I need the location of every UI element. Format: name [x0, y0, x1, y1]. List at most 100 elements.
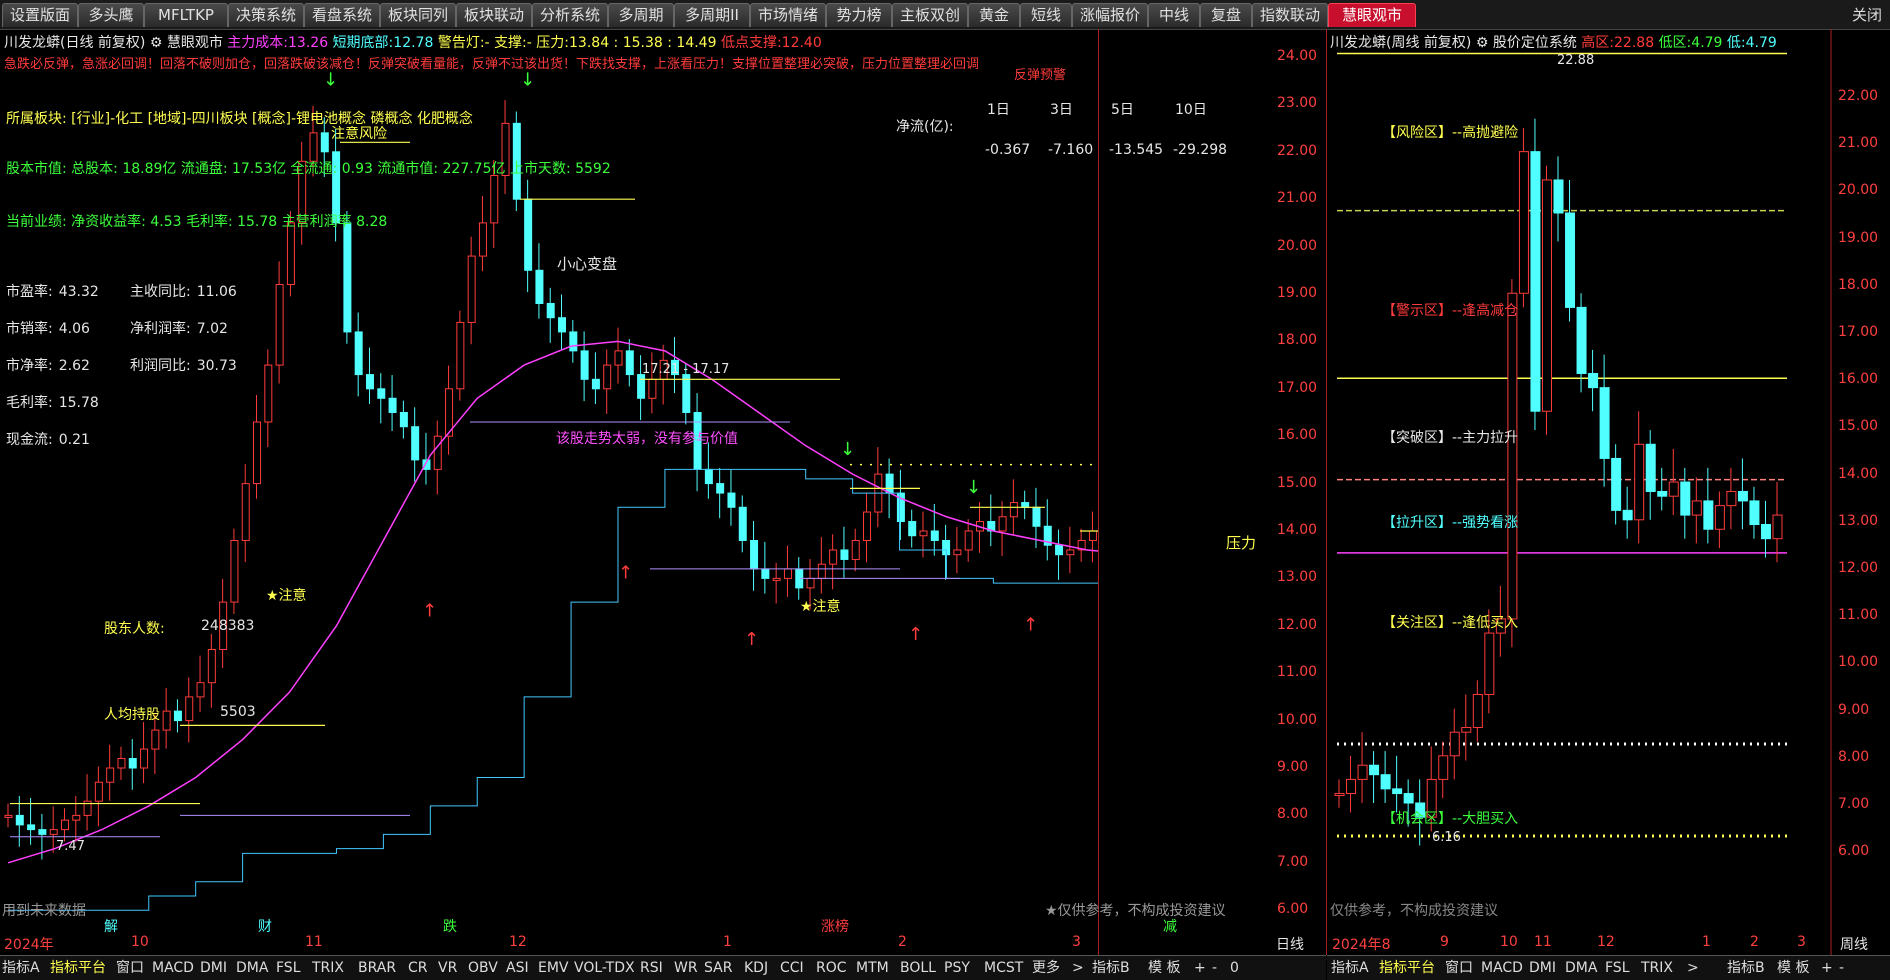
- indicator-tab[interactable]: 0: [1230, 958, 1239, 978]
- indicator-tab[interactable]: OBV: [468, 958, 498, 978]
- indicator-tab[interactable]: >: [1072, 958, 1084, 978]
- indicator-tab[interactable]: 指标平台: [1379, 958, 1435, 978]
- indicator-tab[interactable]: ROC: [816, 958, 847, 978]
- indicator-tab[interactable]: -: [1212, 958, 1217, 978]
- indicator-tab[interactable]: -: [1839, 958, 1844, 978]
- net-flow-header: 1日: [987, 102, 1010, 118]
- tab-0[interactable]: 设置版面: [2, 3, 78, 27]
- stat-value: 11.06: [196, 284, 237, 300]
- tab-17[interactable]: 复盘: [1200, 3, 1252, 27]
- period-right[interactable]: 周线: [1840, 934, 1868, 954]
- indicator-tab[interactable]: PSY: [944, 958, 970, 978]
- gear-icon[interactable]: ⚙: [1476, 35, 1489, 51]
- indicator-tab[interactable]: TRIX: [312, 958, 344, 978]
- tab-10[interactable]: 市场情绪: [750, 3, 826, 27]
- warning-line: 急跌必反弹，急涨必回调！回落不破则加仓，回落跌破该减仓！反弹突破看量能，反弹不过…: [4, 57, 980, 72]
- indicator-tab[interactable]: DMA: [1565, 958, 1597, 978]
- indicator-tab[interactable]: 窗口: [116, 958, 144, 978]
- close-button[interactable]: 关闭: [1852, 4, 1882, 25]
- indicator-tab[interactable]: FSL: [1605, 958, 1630, 978]
- indicator-tab[interactable]: 模 板: [1148, 958, 1180, 978]
- indicator-tab[interactable]: ASI: [506, 958, 529, 978]
- tab-8[interactable]: 多周期: [608, 3, 674, 27]
- indicator-tab[interactable]: 更多: [1032, 958, 1060, 978]
- indicator-tab[interactable]: >: [1687, 958, 1699, 978]
- indicator-tab[interactable]: WR: [674, 958, 698, 978]
- event-marker[interactable]: 跌: [443, 916, 457, 936]
- gear-icon[interactable]: ⚙: [150, 35, 163, 51]
- candle-body: [38, 829, 47, 835]
- indicator-tab[interactable]: DMI: [1529, 958, 1556, 978]
- candle-body: [490, 175, 499, 224]
- tab-7[interactable]: 分析系统: [532, 3, 608, 27]
- date-tick: 2024年: [4, 937, 54, 953]
- indicator-tab[interactable]: 指标B: [1092, 958, 1130, 978]
- tab-15[interactable]: 涨幅报价: [1072, 3, 1148, 27]
- event-marker[interactable]: 减: [1163, 916, 1177, 936]
- candle-body: [15, 814, 24, 826]
- tab-2[interactable]: MFLTKP: [144, 3, 228, 27]
- disclaimer-left: ★仅供参考，不构成投资建议: [1045, 903, 1226, 919]
- indicator-tab[interactable]: TRIX: [1641, 958, 1673, 978]
- tab-3[interactable]: 决策系统: [228, 3, 304, 27]
- tab-4[interactable]: 看盘系统: [304, 3, 380, 27]
- indicator-tab[interactable]: FSL: [276, 958, 301, 978]
- candle-body: [4, 814, 13, 818]
- candle-body: [1737, 490, 1748, 502]
- tab-13[interactable]: 黄金: [968, 3, 1020, 27]
- indicator-tab[interactable]: RSI: [640, 958, 663, 978]
- candle-body: [72, 814, 81, 821]
- price-tick: 14.00: [1838, 465, 1879, 482]
- indicator-tab[interactable]: SAR: [704, 958, 732, 978]
- price-tick: 21.00: [1277, 190, 1318, 207]
- market-cap-info: 股本市值: 总股本: 18.89亿 流通盘: 17.53亿 全流通: 0.93 …: [6, 161, 611, 177]
- indicator-tab[interactable]: EMV: [538, 958, 569, 978]
- indicator-tab[interactable]: BRAR: [358, 958, 396, 978]
- tab-6[interactable]: 板块联动: [456, 3, 532, 27]
- indicator-tab[interactable]: MCST: [984, 958, 1023, 978]
- candle-body: [365, 374, 374, 390]
- tab-19[interactable]: 慧眼观市: [1328, 3, 1416, 27]
- indicator-tab[interactable]: KDJ: [744, 958, 768, 978]
- event-marker[interactable]: 解: [104, 916, 118, 936]
- indicator-tab[interactable]: MACD: [152, 958, 194, 978]
- price-tick: 15.00: [1838, 418, 1879, 435]
- indicator-tab[interactable]: 指标A: [2, 958, 40, 978]
- candle-body: [1449, 731, 1460, 757]
- candle-body: [1703, 500, 1714, 530]
- candle-body: [1726, 490, 1737, 507]
- indicator-tab[interactable]: VR: [438, 958, 457, 978]
- indicator-tab[interactable]: 指标B: [1727, 958, 1765, 978]
- period-left[interactable]: 日线: [1276, 934, 1304, 954]
- candle-body: [253, 421, 262, 485]
- indicator-tab[interactable]: VOL-TDX: [574, 958, 635, 978]
- indicator-tab[interactable]: +: [1194, 958, 1206, 978]
- event-marker[interactable]: 财: [258, 916, 272, 936]
- tab-14[interactable]: 短线: [1020, 3, 1072, 27]
- tab-16[interactable]: 中线: [1148, 3, 1200, 27]
- tab-18[interactable]: 指数联动: [1252, 3, 1328, 27]
- indicator-tab[interactable]: DMI: [200, 958, 227, 978]
- price-tick: 9.00: [1838, 701, 1870, 718]
- indicator-tab[interactable]: MACD: [1481, 958, 1523, 978]
- tab-12[interactable]: 主板双创: [892, 3, 968, 27]
- event-marker[interactable]: 涨榜: [821, 916, 849, 936]
- indicator-tab[interactable]: 指标平台: [50, 958, 106, 978]
- indicator-tab[interactable]: 指标A: [1331, 958, 1369, 978]
- candle-body: [1565, 212, 1576, 308]
- indicator-tab[interactable]: BOLL: [900, 958, 936, 978]
- price-tick: 13.00: [1838, 512, 1879, 529]
- indicator-tab[interactable]: 窗口: [1445, 958, 1473, 978]
- indicator-tab[interactable]: 模 板: [1777, 958, 1809, 978]
- tab-1[interactable]: 多头鹰: [78, 3, 144, 27]
- indicator-tab[interactable]: DMA: [236, 958, 268, 978]
- candle-body: [1472, 693, 1483, 728]
- indicator-tab[interactable]: CR: [408, 958, 428, 978]
- indicator-tab[interactable]: CCI: [780, 958, 804, 978]
- indicator-tab[interactable]: +: [1821, 958, 1833, 978]
- tab-5[interactable]: 板块同列: [380, 3, 456, 27]
- candle-body: [851, 539, 860, 560]
- tab-11[interactable]: 势力榜: [826, 3, 892, 27]
- tab-9[interactable]: 多周期II: [674, 3, 750, 27]
- indicator-tab[interactable]: MTM: [856, 958, 889, 978]
